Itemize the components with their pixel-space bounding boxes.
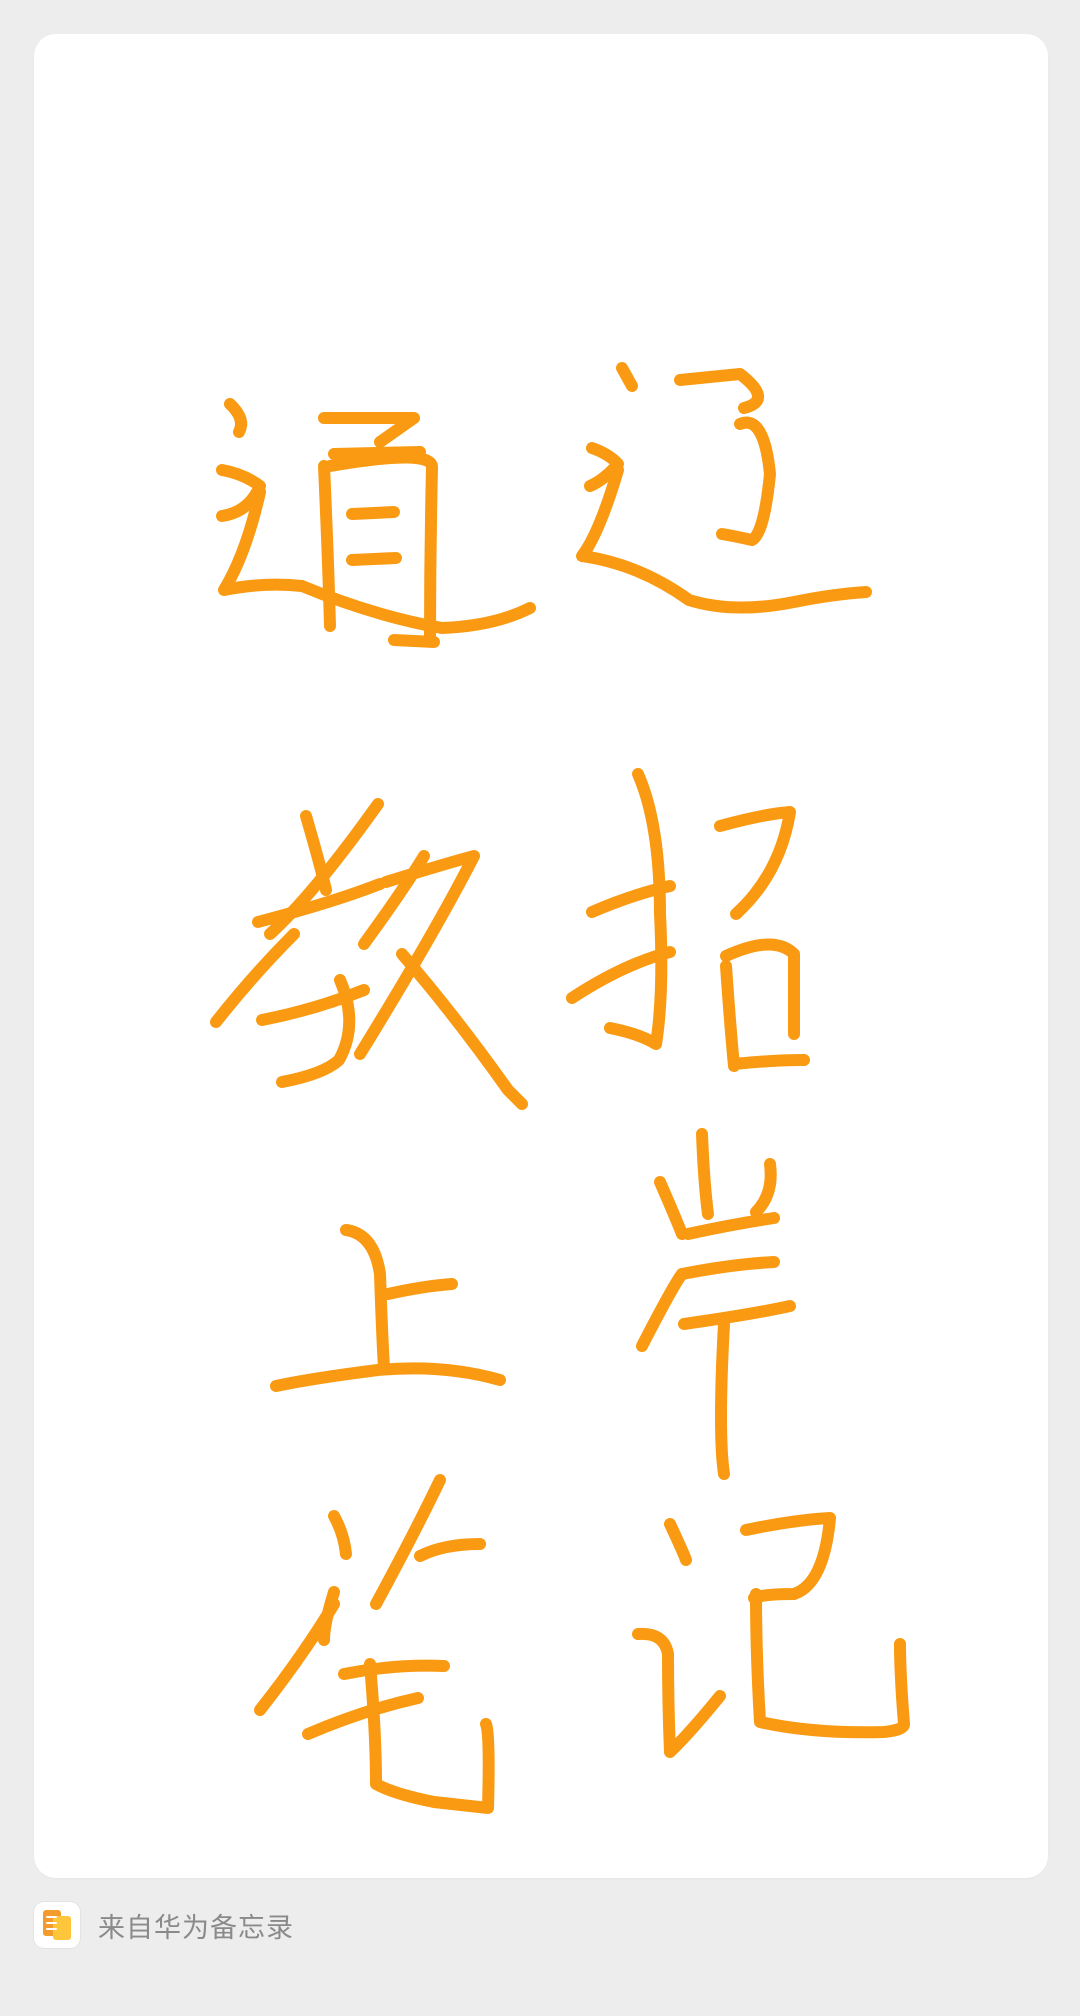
char-jiao (210, 798, 528, 1110)
char-zhao (566, 768, 810, 1072)
char-an (636, 1128, 796, 1480)
note-source-footer: 来自华为备忘录 (34, 1900, 294, 1950)
huawei-notes-icon (34, 1902, 80, 1948)
char-tong (216, 398, 536, 648)
char-bi (254, 1474, 495, 1814)
screenshot-page: 通过 教招 上岸 笔记 (0, 0, 1080, 2016)
handwriting-canvas (210, 362, 910, 1814)
char-ji (632, 1512, 910, 1758)
source-label: 来自华为备忘录 (98, 1912, 294, 1944)
char-guo (576, 362, 872, 614)
note-card[interactable]: 通过 教招 上岸 笔记 (34, 34, 1048, 1878)
char-shang (270, 1224, 506, 1392)
